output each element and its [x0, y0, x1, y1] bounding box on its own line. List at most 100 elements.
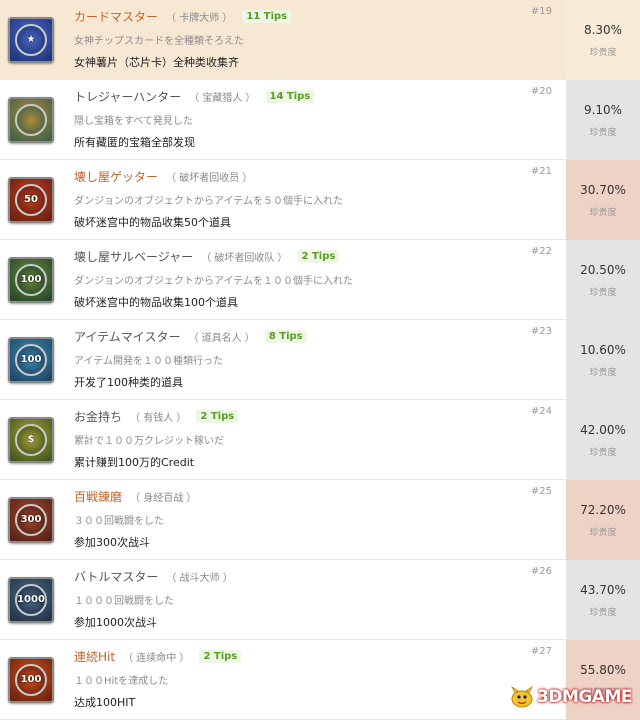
achievement-content: アイテムマイスター （ 道具名人 ） 8 Tips アイテム開発を１００種類行っ… — [74, 320, 560, 400]
badge-emblem: 1000 — [15, 584, 47, 616]
achievement-icon-cell: 300 — [0, 480, 62, 560]
achievement-alias: （ 连续命中 ） — [123, 653, 190, 664]
description-japanese: ダンジョンのオブジェクトからアイテムを５０個手に入れた — [74, 196, 343, 207]
description-japanese: １００Hitを達成した — [74, 676, 169, 687]
rarity-label: 珍贵度 — [589, 287, 617, 298]
badge-emblem — [15, 104, 47, 136]
rarity-label: 珍贵度 — [589, 447, 617, 458]
rarity-percent: 30.70% — [580, 182, 626, 197]
rarity-percent: 55.80% — [580, 662, 626, 677]
achievement-icon-cell — [0, 80, 62, 160]
achievement-title[interactable]: 連続Hit — [74, 648, 115, 665]
achievement-title[interactable]: 壊し屋サルベージャー — [74, 248, 193, 265]
achievement-icon-cell: $ — [0, 400, 62, 480]
card-master-badge-icon: ★ — [8, 17, 54, 63]
tips-badge[interactable]: 14 Tips — [265, 90, 315, 103]
rarity-cell: 72.20% 珍贵度 — [566, 480, 640, 560]
rarity-cell: 42.00% 珍贵度 — [566, 400, 640, 480]
title-line: バトルマスター （ 战斗大师 ） — [74, 568, 233, 585]
achievement-row[interactable]: 100 アイテムマイスター （ 道具名人 ） 8 Tips アイテム開発を１００… — [0, 320, 640, 400]
description-chinese: 累计赚到100万的Credit — [74, 456, 195, 469]
badge-emblem: 300 — [15, 504, 47, 536]
achievement-row[interactable]: 1000 バトルマスター （ 战斗大师 ） １０００回戦闘をした 参加1000次… — [0, 560, 640, 640]
badge-emblem: ★ — [15, 24, 47, 56]
description-japanese: アイテム開発を１００種類行った — [74, 356, 223, 367]
rarity-label: 珍贵度 — [589, 207, 617, 218]
achievement-icon-cell: 100 — [0, 320, 62, 400]
destruction-getter-50-badge-icon: 50 — [8, 177, 54, 223]
battle-1000-badge-icon: 1000 — [8, 577, 54, 623]
rarity-percent: 72.20% — [580, 502, 626, 517]
achievement-rank: #21 — [530, 166, 552, 177]
description-japanese: 女神チップスカードを全種類そろえた — [74, 36, 244, 47]
rarity-cell: 9.10% 珍贵度 — [566, 80, 640, 160]
achievement-rank: #23 — [530, 326, 552, 337]
title-line: お金持ち （ 有钱人 ） 2 Tips — [74, 408, 239, 425]
rarity-cell: 43.70% 珍贵度 — [566, 560, 640, 640]
rarity-cell: 20.50% 珍贵度 — [566, 240, 640, 320]
rarity-percent: 43.70% — [580, 582, 626, 597]
item-master-100-badge-icon: 100 — [8, 337, 54, 383]
achievement-title[interactable]: アイテムマイスター — [74, 328, 180, 345]
achievement-row[interactable]: $ お金持ち （ 有钱人 ） 2 Tips 累計で１００万クレジット稼いだ 累计… — [0, 400, 640, 480]
achievement-alias: （ 卡牌大师 ） — [166, 13, 233, 24]
achievement-title[interactable]: お金持ち — [74, 408, 122, 425]
description-japanese: 累計で１００万クレジット稼いだ — [74, 436, 224, 447]
achievement-title[interactable]: カードマスター — [74, 8, 158, 25]
tips-badge[interactable]: 2 Tips — [199, 650, 242, 663]
millionaire-badge-icon: $ — [8, 417, 54, 463]
description-japanese: ３００回戦闘をした — [74, 516, 164, 527]
combo-hit-100-badge-icon: 100 — [8, 657, 54, 703]
achievement-rank: #20 — [530, 86, 552, 97]
title-line: 壊し屋サルベージャー （ 破坏者回收队 ） 2 Tips — [74, 248, 340, 265]
rarity-cell: 8.30% 珍贵度 — [566, 0, 640, 80]
achievement-icon-cell: 50 — [0, 160, 62, 240]
description-chinese: 达成100HIT — [74, 696, 136, 709]
achievement-rank: #25 — [530, 486, 552, 497]
achievement-icon-cell: 100 — [0, 240, 62, 320]
achievement-alias: （ 宝藏猎人 ） — [189, 93, 256, 104]
achievement-rank: #22 — [530, 246, 552, 257]
achievement-icon-cell: ★ — [0, 0, 62, 80]
rarity-label: 珍贵度 — [589, 527, 617, 538]
battle-300-badge-icon: 300 — [8, 497, 54, 543]
achievement-title[interactable]: 百戦錬磨 — [74, 488, 122, 505]
rarity-percent: 42.00% — [580, 422, 626, 437]
tips-badge[interactable]: 8 Tips — [264, 330, 307, 343]
description-japanese: １０００回戦闘をした — [74, 596, 174, 607]
badge-emblem: 100 — [15, 344, 47, 376]
achievement-alias: （ 道具名人 ） — [188, 333, 255, 344]
rarity-label: 珍贵度 — [589, 367, 617, 378]
achievement-title[interactable]: 壊し屋ゲッター — [74, 168, 158, 185]
rarity-label: 珍贵度 — [589, 607, 617, 618]
tips-badge[interactable]: 11 Tips — [242, 10, 292, 23]
achievement-content: 百戦錬磨 （ 身经百战 ） ３００回戦闘をした 参加300次战斗 #25 — [74, 480, 560, 560]
achievement-row[interactable]: 50 壊し屋ゲッター （ 破坏者回收员 ） ダンジョンのオブジェクトからアイテム… — [0, 160, 640, 240]
badge-emblem: 100 — [15, 264, 47, 296]
rarity-percent: 8.30% — [583, 22, 623, 37]
achievement-row[interactable]: 100 壊し屋サルベージャー （ 破坏者回收队 ） 2 Tips ダンジョンのオ… — [0, 240, 640, 320]
tips-badge[interactable]: 2 Tips — [196, 410, 239, 423]
tips-badge[interactable]: 2 Tips — [297, 250, 340, 263]
achievement-row[interactable]: ★ カードマスター （ 卡牌大师 ） 11 Tips 女神チップスカードを全種類… — [0, 0, 640, 80]
mascot-logo-icon — [510, 685, 534, 708]
achievement-title[interactable]: トレジャーハンター — [74, 88, 181, 105]
watermark: 3DMGAME — [507, 685, 633, 709]
watermark-text: 3DMGAME — [537, 687, 633, 707]
achievement-rank: #24 — [530, 406, 552, 417]
rarity-label: 珍贵度 — [589, 47, 617, 58]
description-chinese: 所有藏匿的宝箱全部发现 — [74, 136, 195, 149]
description-chinese: 破坏迷宫中的物品收集100个道具 — [74, 296, 238, 309]
achievement-title[interactable]: バトルマスター — [74, 568, 158, 585]
achievement-content: トレジャーハンター （ 宝藏猎人 ） 14 Tips 隠し宝箱をすべて発見した … — [74, 80, 560, 160]
achievement-rank: #27 — [530, 646, 552, 657]
rarity-percent: 10.60% — [580, 342, 626, 357]
achievement-row[interactable]: トレジャーハンター （ 宝藏猎人 ） 14 Tips 隠し宝箱をすべて発見した … — [0, 80, 640, 160]
description-chinese: 参加300次战斗 — [74, 536, 150, 549]
description-chinese: 女神薯片（芯片卡）全种类收集齐 — [74, 56, 239, 69]
description-japanese: ダンジョンのオブジェクトからアイテムを１００個手に入れた — [74, 276, 353, 287]
achievement-row[interactable]: 300 百戦錬磨 （ 身经百战 ） ３００回戦闘をした 参加300次战斗 #25… — [0, 480, 640, 560]
title-line: 連続Hit （ 连续命中 ） 2 Tips — [74, 648, 242, 665]
achievement-rank: #19 — [530, 6, 552, 17]
title-line: トレジャーハンター （ 宝藏猎人 ） 14 Tips — [74, 88, 315, 105]
